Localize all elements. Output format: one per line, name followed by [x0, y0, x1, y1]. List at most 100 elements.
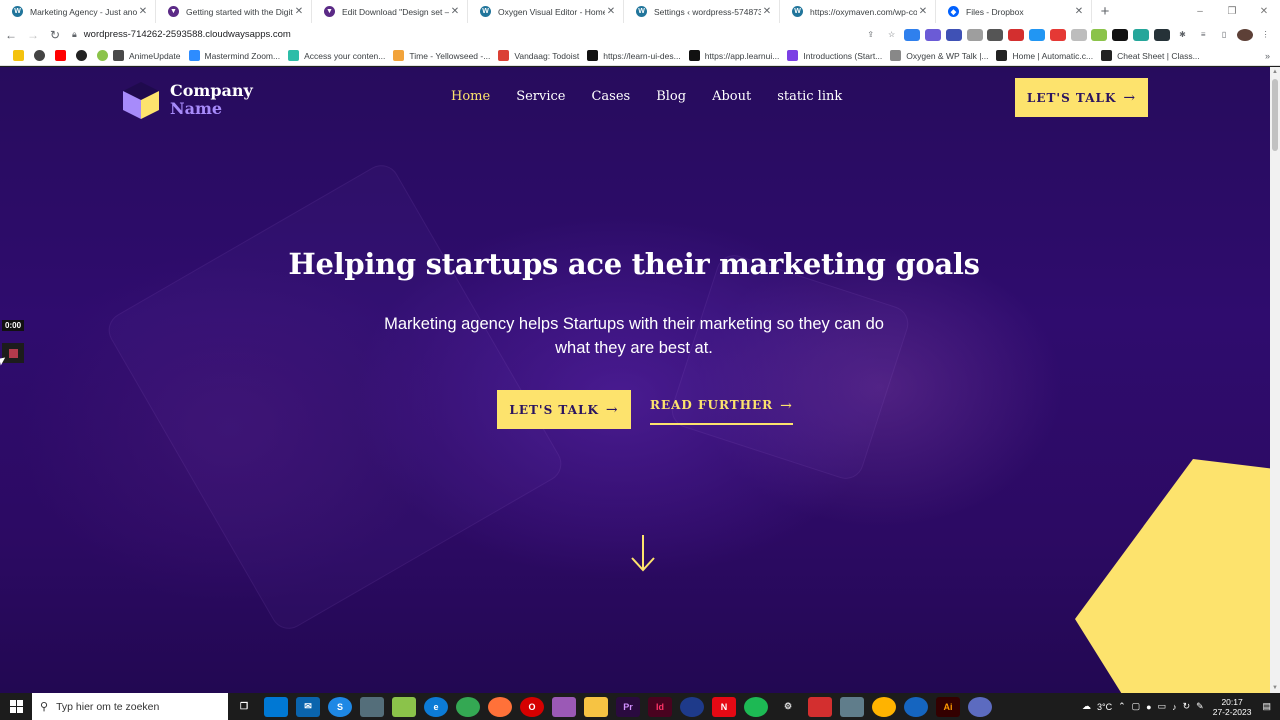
bookmark-item[interactable]: Oxygen & WP Talk |... — [890, 50, 988, 61]
profile-avatar[interactable] — [1236, 28, 1253, 41]
scrollbar-thumb[interactable] — [1272, 79, 1278, 151]
extension-dark-icon[interactable] — [1112, 28, 1129, 41]
bookmark-item[interactable]: Introductions (Start... — [787, 50, 882, 61]
nav-static-link[interactable]: static link — [777, 89, 842, 104]
bookmark-item[interactable]: AnimeUpdate — [113, 50, 181, 61]
tray-app-icon[interactable]: ▢ — [1132, 701, 1141, 712]
bookmark-item[interactable]: Access your conten... — [288, 50, 385, 61]
bookmark-item[interactable]: https://app.learnui... — [688, 50, 779, 61]
extension-circle-icon[interactable] — [987, 28, 1004, 41]
tab-close-icon[interactable]: ✕ — [293, 6, 305, 17]
app-globe-icon[interactable] — [904, 696, 928, 717]
apps-icon[interactable] — [13, 50, 24, 61]
indesign-icon[interactable]: Id — [648, 696, 672, 717]
store-icon[interactable] — [264, 696, 288, 717]
scroll-down-arrow-icon[interactable] — [630, 533, 656, 573]
acrobat-icon[interactable] — [808, 696, 832, 717]
app-yellow-icon[interactable] — [872, 696, 896, 717]
minimize-icon[interactable]: – — [1184, 0, 1216, 23]
notifications-icon[interactable]: ▤ — [1262, 701, 1271, 712]
premiere-icon[interactable]: Pr — [616, 696, 640, 717]
extension-purple-icon[interactable] — [925, 28, 942, 41]
camera-icon[interactable] — [966, 28, 983, 41]
puzzle-icon[interactable]: ✱ — [1174, 28, 1191, 41]
scroll-up-icon[interactable]: ▲ — [1272, 69, 1278, 75]
scroll-down-icon[interactable]: ▼ — [1272, 685, 1278, 691]
nav-home[interactable]: Home — [451, 89, 490, 104]
nav-cases[interactable]: Cases — [591, 89, 630, 104]
close-window-icon[interactable]: ✕ — [1248, 0, 1280, 23]
browser-tab[interactable]: Whttps://oxymaven.com/wp-conte✕ — [780, 0, 936, 23]
tab-close-icon[interactable]: ✕ — [137, 6, 149, 17]
weather-icon[interactable]: ☁ — [1082, 701, 1091, 712]
browser-tab[interactable]: W Oxygen Visual Editor - Home - (✕ — [468, 0, 624, 23]
browser-tab[interactable]: ▼ Edit Download "Design set – Ma✕ — [312, 0, 468, 23]
app-blue-circle-icon[interactable] — [680, 696, 704, 717]
tab-close-icon[interactable]: ✕ — [761, 6, 773, 17]
forward-button[interactable]: → — [22, 28, 44, 42]
tab-close-icon[interactable]: ✕ — [1073, 6, 1085, 17]
start-button[interactable] — [0, 700, 32, 713]
extension-blue-icon[interactable] — [904, 28, 921, 41]
tab-close-icon[interactable]: ✕ — [605, 6, 617, 17]
bookmark-item[interactable]: Home | Automatic.c... — [996, 50, 1093, 61]
system-clock[interactable]: 20:17 27-2-2023 — [1213, 697, 1252, 717]
app-purple-icon[interactable] — [968, 696, 992, 717]
back-button[interactable]: ← — [0, 28, 22, 42]
chevron-up-icon[interactable]: ⌃ — [1118, 701, 1126, 712]
weather-temperature[interactable]: 3°C — [1097, 702, 1112, 712]
reload-button[interactable]: ↻ — [44, 28, 66, 42]
restore-icon[interactable]: ❐ — [1216, 0, 1248, 23]
share-icon[interactable]: ⇪ — [862, 28, 879, 41]
volume-icon[interactable]: ♪ — [1172, 702, 1177, 712]
pen-icon[interactable]: ✎ — [1196, 701, 1204, 712]
browser-tab[interactable]: W Marketing Agency - Just another✕ — [0, 0, 156, 23]
side-panel-icon[interactable]: ▯ — [1216, 28, 1233, 41]
illustrator-icon[interactable]: Ai — [936, 696, 960, 717]
netflix-icon[interactable]: N — [712, 696, 736, 717]
extension-green-icon[interactable] — [1091, 28, 1108, 41]
new-tab-button[interactable]: + — [1092, 0, 1118, 23]
header-lets-talk-button[interactable]: LET'S TALK → — [1015, 78, 1148, 117]
reading-list-icon[interactable]: ≡ — [1195, 28, 1212, 41]
bookmark-item[interactable]: Mastermind Zoom... — [188, 50, 280, 61]
opera-icon[interactable]: O — [520, 696, 544, 717]
site-logo[interactable]: Company Name — [120, 79, 253, 121]
extension-gray-icon[interactable] — [1070, 28, 1087, 41]
more-bookmarks-icon[interactable]: » — [1265, 51, 1270, 61]
extension-window-icon[interactable] — [1029, 28, 1046, 41]
page-scrollbar[interactable]: ▲ ▼ — [1270, 67, 1280, 693]
tab-close-icon[interactable]: ✕ — [917, 6, 929, 17]
chrome-icon[interactable] — [456, 696, 480, 717]
bookmark-dark-icon[interactable] — [76, 50, 87, 61]
bookmark-item[interactable]: Vandaag: Todoist — [498, 50, 579, 61]
bookmark-item[interactable]: https://learn-ui-des... — [587, 50, 681, 61]
file-explorer-icon[interactable] — [584, 696, 608, 717]
hero-lets-talk-button[interactable]: LET'S TALK → — [497, 390, 631, 429]
lock-extension-icon[interactable] — [1049, 28, 1066, 41]
sync-icon[interactable]: ↻ — [1183, 701, 1191, 712]
nav-about[interactable]: About — [712, 89, 751, 104]
taskbar-search[interactable]: ⚲ Typ hier om te zoeken — [32, 693, 228, 720]
extension-box-icon[interactable] — [1153, 28, 1170, 41]
edge-icon[interactable]: e — [424, 696, 448, 717]
firefox-icon[interactable] — [488, 696, 512, 717]
bookmark-star-icon[interactable]: ☆ — [883, 28, 900, 41]
excel-icon[interactable] — [392, 696, 416, 717]
browser-tab[interactable]: ◆ Files - Dropbox ✕ — [936, 0, 1092, 23]
extension-teal-icon[interactable] — [1132, 28, 1149, 41]
spotify-icon[interactable] — [744, 696, 768, 717]
bookmark-item[interactable]: Cheat Sheet | Class... — [1101, 50, 1200, 61]
network-icon[interactable]: ▭ — [1158, 701, 1167, 712]
settings-gear-icon[interactable]: ⚙ — [776, 697, 800, 717]
mail-icon[interactable]: ✉ — [296, 696, 320, 717]
read-further-link[interactable]: READ FURTHER → — [650, 398, 793, 425]
task-view-icon[interactable]: ❐ — [232, 697, 256, 717]
tab-close-icon[interactable]: ✕ — [449, 6, 461, 17]
address-bar[interactable]: 🔒︎ wordpress-714262-2593588.cloudwaysapp… — [72, 25, 842, 45]
bookmark-item[interactable]: Time - Yellowseed -... — [393, 50, 490, 61]
bookmark-green-icon[interactable] — [97, 50, 108, 61]
nav-blog[interactable]: Blog — [656, 89, 686, 104]
github-icon[interactable] — [34, 50, 45, 61]
microphone-icon[interactable]: ● — [1146, 702, 1151, 712]
